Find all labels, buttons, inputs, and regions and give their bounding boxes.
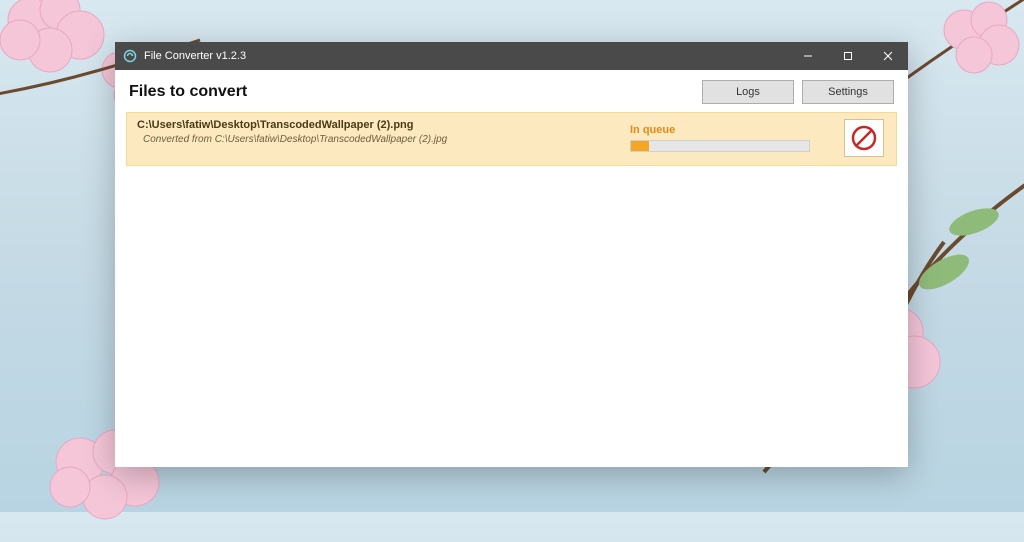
item-status-block: In queue (630, 119, 830, 157)
status-text: In queue (630, 124, 830, 136)
source-path: C:\Users\fatiw\Desktop\TranscodedWallpap… (215, 134, 448, 145)
cancel-button[interactable] (844, 119, 884, 157)
app-icon (123, 49, 137, 63)
logs-button[interactable]: Logs (702, 80, 794, 104)
cancel-icon (850, 124, 878, 152)
page-heading: Files to convert (129, 83, 694, 101)
progress-bar (630, 140, 810, 152)
toolbar: Files to convert Logs Settings (115, 70, 908, 112)
maximize-button[interactable] (828, 42, 868, 70)
converted-from-label: Converted from (143, 134, 215, 145)
window-controls (788, 42, 908, 70)
minimize-icon (803, 51, 813, 61)
progress-fill (631, 141, 649, 151)
app-window: File Converter v1.2.3 Files to convert L… (115, 42, 908, 467)
close-icon (883, 51, 893, 61)
conversion-item: C:\Users\fatiw\Desktop\TranscodedWallpap… (126, 112, 897, 166)
item-actions (840, 119, 888, 157)
maximize-icon (843, 51, 853, 61)
source-path-line: Converted from C:\Users\fatiw\Desktop\Tr… (143, 134, 630, 145)
output-path: C:\Users\fatiw\Desktop\TranscodedWallpap… (137, 119, 630, 131)
minimize-button[interactable] (788, 42, 828, 70)
settings-button[interactable]: Settings (802, 80, 894, 104)
item-paths: C:\Users\fatiw\Desktop\TranscodedWallpap… (137, 119, 630, 157)
titlebar[interactable]: File Converter v1.2.3 (115, 42, 908, 70)
window-title: File Converter v1.2.3 (144, 50, 788, 62)
close-button[interactable] (868, 42, 908, 70)
